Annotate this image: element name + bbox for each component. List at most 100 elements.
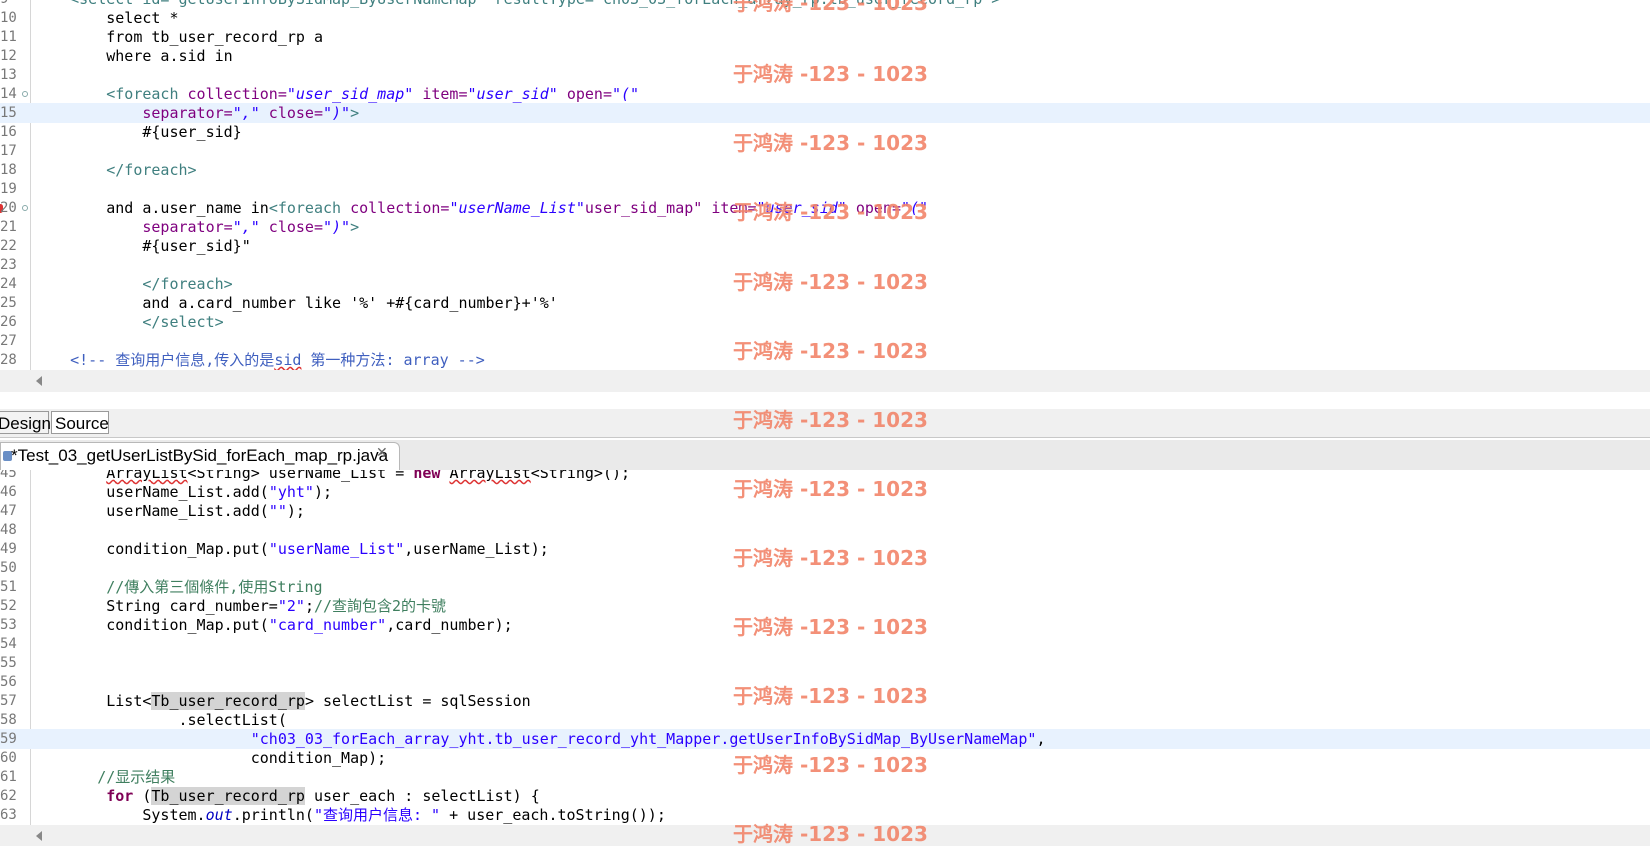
code-text: List<Tb_user_record_rp> selectList = sql…: [34, 692, 531, 710]
code-line: 20 and a.user_name in<foreach collection…: [0, 198, 1650, 218]
editor-tabbar: *Test_03_getUserListBySid_forEach_map_rp…: [0, 440, 1650, 471]
line-number: 26: [0, 314, 17, 330]
line-number: 11: [0, 29, 17, 45]
code-line: 11 from tb_user_record_rp a: [0, 27, 1650, 47]
line-number: 52: [0, 598, 17, 614]
code-line: 12 where a.sid in: [0, 46, 1650, 66]
code-text: </foreach>: [142, 275, 233, 293]
code-line: 14 <foreach collection="user_sid_map" it…: [0, 84, 1650, 104]
tab-design[interactable]: Design: [0, 411, 51, 434]
scroll-left-icon[interactable]: [36, 376, 42, 386]
line-number: 20: [0, 200, 17, 216]
code-line: 55: [0, 653, 1650, 673]
code-line: 23: [0, 255, 1650, 275]
code-line: 24 </foreach>: [0, 274, 1650, 294]
code-line: 19: [0, 179, 1650, 199]
line-number: 25: [0, 295, 17, 311]
code-line-current: 15 separator="," close=")">: [0, 103, 1650, 123]
line-number: 59: [0, 731, 17, 747]
line-number: 62: [0, 788, 17, 804]
code-line: 51 //傳入第三個條件,使用String: [0, 577, 1650, 597]
java-source-editor[interactable]: 45 ArrayList<String> userName_List = new…: [0, 470, 1650, 846]
line-number: 54: [0, 636, 17, 652]
horizontal-scrollbar[interactable]: [0, 370, 1650, 392]
code-text: <foreach collection="user_sid_map" item=…: [106, 85, 640, 103]
code-line: 61 //显示结果: [0, 767, 1650, 787]
line-number: 23: [0, 257, 17, 273]
scroll-left-icon[interactable]: [36, 831, 42, 841]
code-text: and a.card_number like '%' +#{card_numbe…: [34, 294, 558, 312]
line-number: 21: [0, 219, 17, 235]
code-line: 16 #{user_sid}: [0, 122, 1650, 142]
line-number: 16: [0, 124, 17, 140]
code-line: 54: [0, 634, 1650, 654]
line-number: 55: [0, 655, 17, 671]
code-text: </foreach>: [106, 161, 197, 179]
line-number: 18: [0, 162, 17, 178]
code-line: 21 separator="," close=")">: [0, 217, 1650, 237]
fold-toggle-icon[interactable]: [22, 91, 28, 97]
line-number: 56: [0, 674, 17, 690]
code-line: 50: [0, 558, 1650, 578]
line-number: 12: [0, 48, 17, 64]
editor-mode-tabbar: Design Source: [0, 409, 1650, 438]
code-line: 57 List<Tb_user_record_rp> selectList = …: [0, 691, 1650, 711]
tab-label: *Test_03_getUserListBySid_forEach_map_rp…: [11, 446, 389, 465]
code-text: .selectList(: [34, 711, 287, 729]
code-line: 10 select *: [0, 8, 1650, 28]
code-text: from tb_user_record_rp a: [34, 28, 323, 46]
line-number: 13: [0, 67, 17, 83]
line-number: 61: [0, 769, 17, 785]
close-icon[interactable]: ✕: [376, 445, 388, 461]
code-line: 49 condition_Map.put("userName_List",use…: [0, 539, 1650, 559]
line-number: 14: [0, 86, 17, 102]
code-line: 48: [0, 520, 1650, 540]
code-line: 26 </select>: [0, 312, 1650, 332]
line-number: 63: [0, 807, 17, 823]
code-line: 46 userName_List.add("yht");: [0, 482, 1650, 502]
line-number: 10: [0, 10, 17, 26]
code-text: //显示结果: [97, 768, 176, 786]
line-number: 15: [0, 105, 17, 121]
line-number: 51: [0, 579, 17, 595]
code-line: 56: [0, 672, 1650, 692]
code-text: separator="," close=")">: [142, 104, 360, 122]
code-text: condition_Map);: [34, 749, 387, 767]
code-text: condition_Map.put("card_number",card_num…: [34, 616, 513, 634]
code-text: separator="," close=")">: [142, 218, 360, 236]
code-line: 13: [0, 65, 1650, 85]
code-line-current: 59 "ch03_03_forEach_array_yht.tb_user_re…: [0, 729, 1650, 749]
xml-source-editor[interactable]: 9 <select id="getUserInfoBySidMap_ByUser…: [0, 0, 1650, 392]
code-text: </select>: [142, 313, 224, 331]
code-text: for (Tb_user_record_rp user_each : selec…: [106, 787, 540, 805]
line-number: 17: [0, 143, 17, 159]
line-number: 47: [0, 503, 17, 519]
code-line: 22 #{user_sid}": [0, 236, 1650, 256]
line-number: 19: [0, 181, 17, 197]
code-text: #{user_sid}: [34, 123, 242, 141]
tab-java-file[interactable]: *Test_03_getUserListBySid_forEach_map_rp…: [0, 442, 400, 470]
line-number: 58: [0, 712, 17, 728]
fold-toggle-icon[interactable]: [22, 205, 28, 211]
code-text: <!-- 查询用户信息,传入的是sid 第一种方法: array -->: [70, 351, 485, 369]
line-number: 24: [0, 276, 17, 292]
code-line: 25 and a.card_number like '%' +#{card_nu…: [0, 293, 1650, 313]
line-number: 28: [0, 352, 17, 368]
code-text: //傳入第三個條件,使用String: [106, 578, 323, 596]
line-number: 60: [0, 750, 17, 766]
code-line: 27: [0, 331, 1650, 351]
code-text: and a.user_name in<foreach collection="u…: [34, 199, 929, 217]
code-text: System.out.println("查询用户信息: " + user_eac…: [34, 806, 666, 824]
code-line: 62 for (Tb_user_record_rp user_each : se…: [0, 786, 1650, 806]
code-text: String card_number="2";//查詢包含2的卡號: [34, 597, 447, 615]
code-line: 47 userName_List.add("");: [0, 501, 1650, 521]
code-line: 52 String card_number="2";//查詢包含2的卡號: [0, 596, 1650, 616]
code-line: 58 .selectList(: [0, 710, 1650, 730]
tab-source[interactable]: Source: [51, 411, 109, 434]
horizontal-scrollbar[interactable]: [0, 825, 1650, 846]
code-text: userName_List.add("");: [34, 502, 305, 520]
line-number: 49: [0, 541, 17, 557]
code-line: 28 <!-- 查询用户信息,传入的是sid 第一种方法: array -->: [0, 350, 1650, 370]
code-line: 53 condition_Map.put("card_number",card_…: [0, 615, 1650, 635]
line-number: 27: [0, 333, 17, 349]
